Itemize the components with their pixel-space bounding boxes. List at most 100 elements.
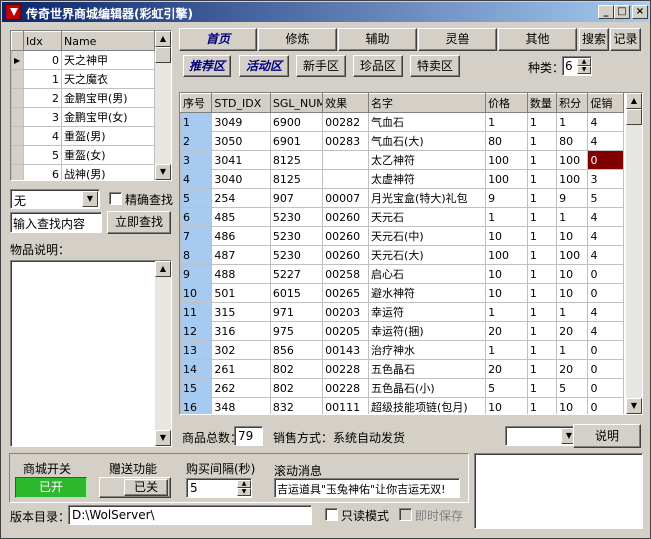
table-cell[interactable]: 1 [526, 397, 558, 414]
table-row[interactable]: 12 316 975 00205 幸运符(捆) 20 1 20 4 [180, 321, 624, 341]
table-cell[interactable]: 治疗神水 [368, 340, 487, 360]
table-cell[interactable] [322, 169, 370, 189]
grid-header-4[interactable]: 名字 [368, 93, 487, 113]
row-number-cell[interactable]: 4 [180, 169, 213, 189]
grid-header-6[interactable]: 数量 [526, 93, 558, 113]
table-cell[interactable]: 1 [556, 340, 589, 360]
category-spinner[interactable]: 6 ▲ ▼ [562, 56, 592, 76]
table-cell[interactable]: 幸运符(捆) [368, 321, 487, 341]
table-cell[interactable]: 802 [269, 359, 324, 379]
table-cell[interactable]: 100 [556, 150, 589, 170]
spin-up-icon[interactable]: ▲ [577, 58, 591, 66]
row-number-cell[interactable]: 11 [180, 302, 213, 322]
row-number-cell[interactable]: 2 [180, 131, 213, 151]
gift-toggle[interactable]: 已关 [99, 477, 171, 498]
table-row[interactable]: 16 348 832 00111 超级技能项链(包月) 10 1 10 0 [180, 397, 624, 414]
table-cell[interactable]: 天元石(中) [368, 226, 487, 246]
record-button[interactable]: 记录 [610, 28, 641, 51]
table-cell[interactable]: 10 [485, 283, 528, 303]
table-cell[interactable]: 1 [526, 207, 558, 227]
scroll-thumb[interactable] [155, 47, 171, 63]
grid-header-3[interactable]: 效果 [322, 93, 370, 113]
row-number-cell[interactable]: 14 [180, 359, 213, 379]
scroll-up-arrow-icon[interactable]: ▲ [155, 261, 171, 277]
subtab-recommended[interactable]: 推荐区 [183, 55, 231, 77]
table-row[interactable]: 6 485 5230 00260 天元石 1 1 1 4 [180, 207, 624, 227]
table-cell[interactable]: 五色晶石 [368, 359, 487, 379]
table-cell[interactable]: 00143 [322, 340, 370, 360]
maximize-button[interactable]: □ [614, 5, 630, 19]
table-cell[interactable]: 0 [587, 340, 624, 360]
table-cell[interactable]: 486 [211, 226, 271, 246]
table-cell[interactable]: 5227 [269, 264, 324, 284]
table-cell[interactable]: 20 [556, 321, 589, 341]
table-cell[interactable]: 8125 [269, 169, 324, 189]
table-cell[interactable]: 316 [211, 321, 271, 341]
table-cell[interactable]: 80 [485, 131, 528, 151]
subtab-sale[interactable]: 特卖区 [410, 55, 460, 77]
row-number-cell[interactable]: 6 [180, 207, 213, 227]
table-cell[interactable]: 1 [526, 169, 558, 189]
table-cell[interactable]: 00228 [322, 378, 370, 398]
table-cell[interactable]: 4 [587, 302, 624, 322]
table-cell[interactable]: 10 [556, 397, 589, 414]
list-item[interactable]: 1 天之魔衣 [11, 69, 155, 89]
table-cell[interactable]: 0 [587, 359, 624, 379]
product-grid[interactable]: 序号 STD_IDX SGL_NUM 效果 名字 价格 数量 积分 促销 1 3049 6900 00… [179, 92, 643, 415]
grid-header-5[interactable]: 价格 [485, 93, 528, 113]
table-row[interactable]: 7 486 5230 00260 天元石(中) 10 1 10 4 [180, 226, 624, 246]
scroll-up-arrow-icon[interactable]: ▲ [155, 31, 171, 47]
table-cell[interactable]: 幸运符 [368, 302, 487, 322]
table-cell[interactable]: 5230 [269, 245, 324, 265]
table-cell[interactable]: 975 [269, 321, 324, 341]
table-cell[interactable]: 1 [526, 112, 558, 132]
table-cell[interactable]: 5230 [269, 226, 324, 246]
table-cell[interactable]: 1 [485, 112, 528, 132]
table-cell[interactable]: 1 [556, 302, 589, 322]
table-cell[interactable]: 1 [485, 207, 528, 227]
tab-other[interactable]: 其他 [498, 28, 577, 51]
grid-header-2[interactable]: SGL_NUM [269, 93, 324, 113]
table-row[interactable]: 11 315 971 00203 幸运符 1 1 1 4 [180, 302, 624, 322]
search-now-button[interactable]: 立即查找 [107, 211, 171, 234]
scroll-down-arrow-icon[interactable]: ▼ [626, 398, 642, 414]
row-number-cell[interactable]: 1 [180, 112, 213, 132]
table-cell[interactable]: 0 [587, 378, 624, 398]
table-cell[interactable]: 100 [485, 150, 528, 170]
table-cell[interactable]: 10 [485, 264, 528, 284]
explain-button[interactable]: 说明 [573, 424, 641, 448]
list-item[interactable]: 6 战神(男) [11, 164, 155, 180]
table-cell[interactable]: 261 [211, 359, 271, 379]
row-number-cell[interactable]: 3 [180, 150, 213, 170]
list-item[interactable]: ▶ 0 天之神甲 [11, 50, 155, 70]
instant-save-checkbox[interactable] [399, 508, 412, 521]
table-cell[interactable]: 0 [587, 283, 624, 303]
table-cell[interactable]: 0 [587, 150, 624, 170]
table-cell[interactable]: 3 [587, 169, 624, 189]
grid-header-7[interactable]: 积分 [556, 93, 589, 113]
table-cell[interactable]: 485 [211, 207, 271, 227]
table-cell[interactable]: 20 [556, 359, 589, 379]
table-cell[interactable]: 气血石 [368, 112, 487, 132]
table-cell[interactable]: 10 [556, 264, 589, 284]
table-cell[interactable]: 气血石(大) [368, 131, 487, 151]
table-cell[interactable]: 100 [485, 169, 528, 189]
table-cell[interactable]: 488 [211, 264, 271, 284]
table-cell[interactable]: 3049 [211, 112, 271, 132]
table-cell[interactable]: 0 [587, 264, 624, 284]
table-cell[interactable]: 100 [485, 245, 528, 265]
search-field-combo[interactable]: 无 ▼ [10, 189, 100, 209]
table-row[interactable]: 1 3049 6900 00282 气血石 1 1 1 4 [180, 112, 624, 132]
total-value-field[interactable]: 79 [234, 426, 263, 446]
table-cell[interactable]: 1 [526, 359, 558, 379]
table-cell[interactable]: 超级技能项链(包月) [368, 397, 487, 414]
table-cell[interactable]: 10 [485, 397, 528, 414]
readonly-checkbox[interactable] [325, 508, 338, 521]
list-item[interactable]: 4 重盔(男) [11, 126, 155, 146]
tab-cultivation[interactable]: 修炼 [258, 28, 337, 51]
table-cell[interactable]: 4 [587, 131, 624, 151]
table-cell[interactable]: 00258 [322, 264, 370, 284]
row-number-cell[interactable]: 13 [180, 340, 213, 360]
table-cell[interactable]: 501 [211, 283, 271, 303]
table-cell[interactable]: 10 [556, 226, 589, 246]
